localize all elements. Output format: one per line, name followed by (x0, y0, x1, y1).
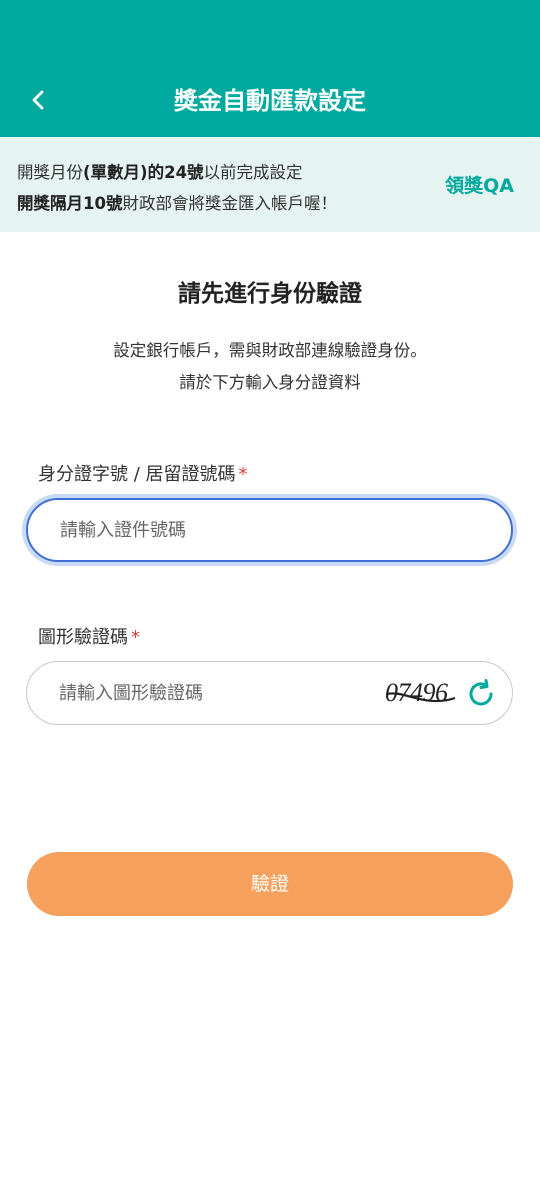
notice-line-1-prefix: 開獎月份 (17, 163, 83, 182)
notice-line-2: 開獎隔月10號財政部會將獎金匯入帳戶喔！ (17, 188, 337, 219)
refresh-icon[interactable] (465, 678, 497, 710)
page-title: 獎金自動匯款設定 (174, 87, 366, 115)
section-description: 設定銀行帳戶，需與財政部連線驗證身份。 請於下方輸入身分證資料 (0, 335, 540, 399)
notice-line-1-bold: (單數月)的24號 (83, 163, 204, 182)
notice-line-2-bold: 開獎隔月10號 (17, 194, 123, 213)
notice-text: 開獎月份(單數月)的24號以前完成設定 開獎隔月10號財政部會將獎金匯入帳戶喔！ (17, 157, 337, 219)
id-field-label: 身分證字號 / 居留證號碼 * (38, 461, 248, 489)
section-title: 請先進行身份驗證 (178, 281, 362, 307)
app-header: 獎金自動匯款設定 (0, 0, 540, 137)
captcha-input[interactable] (59, 662, 389, 724)
description-line-2: 請於下方輸入身分證資料 (179, 373, 361, 392)
notice-line-1: 開獎月份(單數月)的24號以前完成設定 (17, 157, 337, 188)
notice-line-2-suffix: 財政部會將獎金匯入帳戶喔！ (122, 194, 337, 213)
notice-line-1-suffix: 以前完成設定 (203, 163, 303, 182)
description-line-1: 設定銀行帳戶，需與財政部連線驗證身份。 (113, 341, 427, 360)
captcha-input-container: 07496 (26, 661, 513, 725)
verify-button[interactable]: 驗證 (27, 852, 513, 916)
required-mark: * (238, 464, 248, 485)
captcha-noise-line (386, 692, 456, 703)
required-mark: * (131, 627, 140, 648)
id-number-input[interactable] (60, 500, 390, 560)
id-input-container (26, 498, 513, 562)
prize-qa-link[interactable]: 領獎QA (445, 172, 514, 200)
captcha-field-label: 圖形驗證碼 * (38, 624, 140, 652)
id-field-label-text: 身分證字號 / 居留證號碼 (38, 464, 236, 485)
captcha-image[interactable]: 07496 (385, 674, 461, 714)
captcha-field-label-text: 圖形驗證碼 (38, 627, 128, 648)
